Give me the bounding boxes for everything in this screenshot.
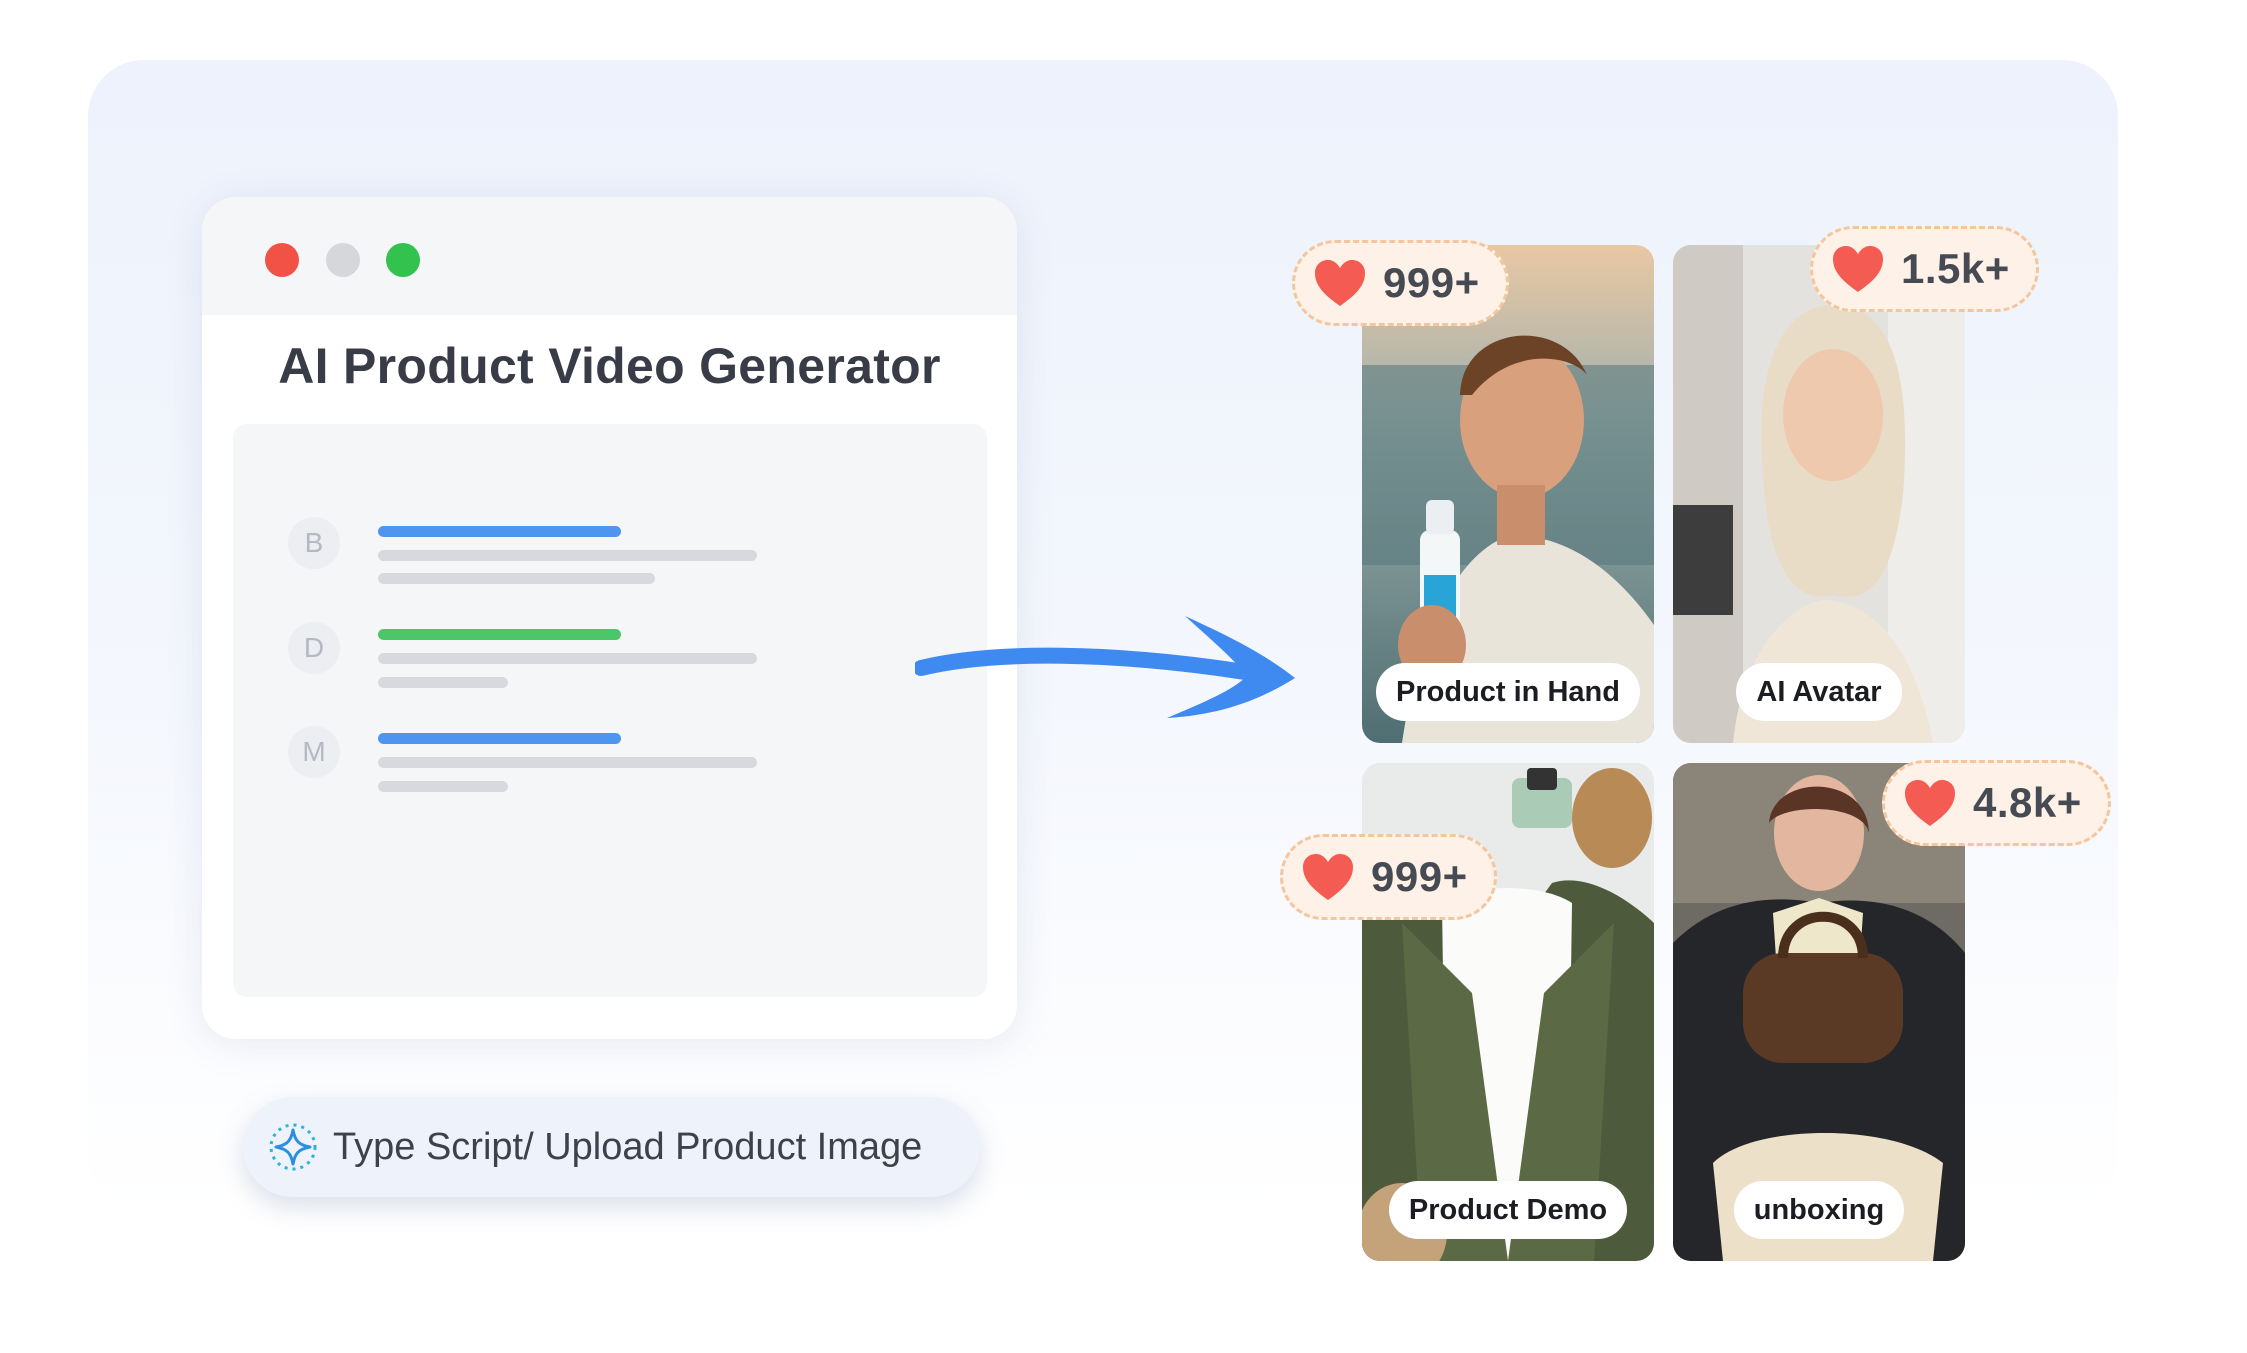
like-count: 1.5k+ [1901,245,2010,292]
heart-icon [1833,246,1883,292]
like-badge: 1.5k+ [1810,226,2039,312]
script-line [378,573,655,584]
script-line-accent [378,526,621,537]
script-line [378,550,757,561]
script-line-accent [378,629,621,640]
heart-icon [1315,260,1365,306]
speaker-avatar: B [288,517,340,569]
like-count: 999+ [1371,853,1468,900]
close-window-button[interactable] [265,243,299,277]
script-line [378,757,757,768]
like-badge: 999+ [1292,240,1509,326]
like-badge: 4.8k+ [1882,760,2111,846]
generator-window: AI Product Video Generator B D M [202,197,1017,1039]
heart-icon [1303,854,1353,900]
like-count: 999+ [1383,259,1480,306]
speaker-avatar: D [288,622,340,674]
speaker-avatar: M [288,726,340,778]
tile-label: AI Avatar [1736,663,1902,721]
script-line [378,677,508,688]
heart-icon [1905,780,1955,826]
script-line-accent [378,733,621,744]
script-line [378,653,757,664]
script-line [378,781,508,792]
script-upload-prompt[interactable]: Type Script/ Upload Product Image [243,1097,980,1197]
window-title: AI Product Video Generator [278,338,941,394]
tile-label: Product Demo [1388,1181,1628,1239]
tile-label: Product in Hand [1376,663,1640,721]
like-count: 4.8k+ [1973,779,2082,826]
video-tile-ai-avatar[interactable]: AI Avatar [1673,245,1965,743]
prompt-label: Type Script/ Upload Product Image [333,1125,923,1168]
script-panel: B D M [233,424,987,997]
sparkle-icon [269,1123,317,1171]
window-titlebar [202,197,1017,315]
like-badge: 999+ [1280,834,1497,920]
minimize-window-button[interactable] [326,243,360,277]
maximize-window-button[interactable] [386,243,420,277]
flow-arrow-icon [915,616,1295,718]
tile-label: unboxing [1733,1181,1905,1239]
